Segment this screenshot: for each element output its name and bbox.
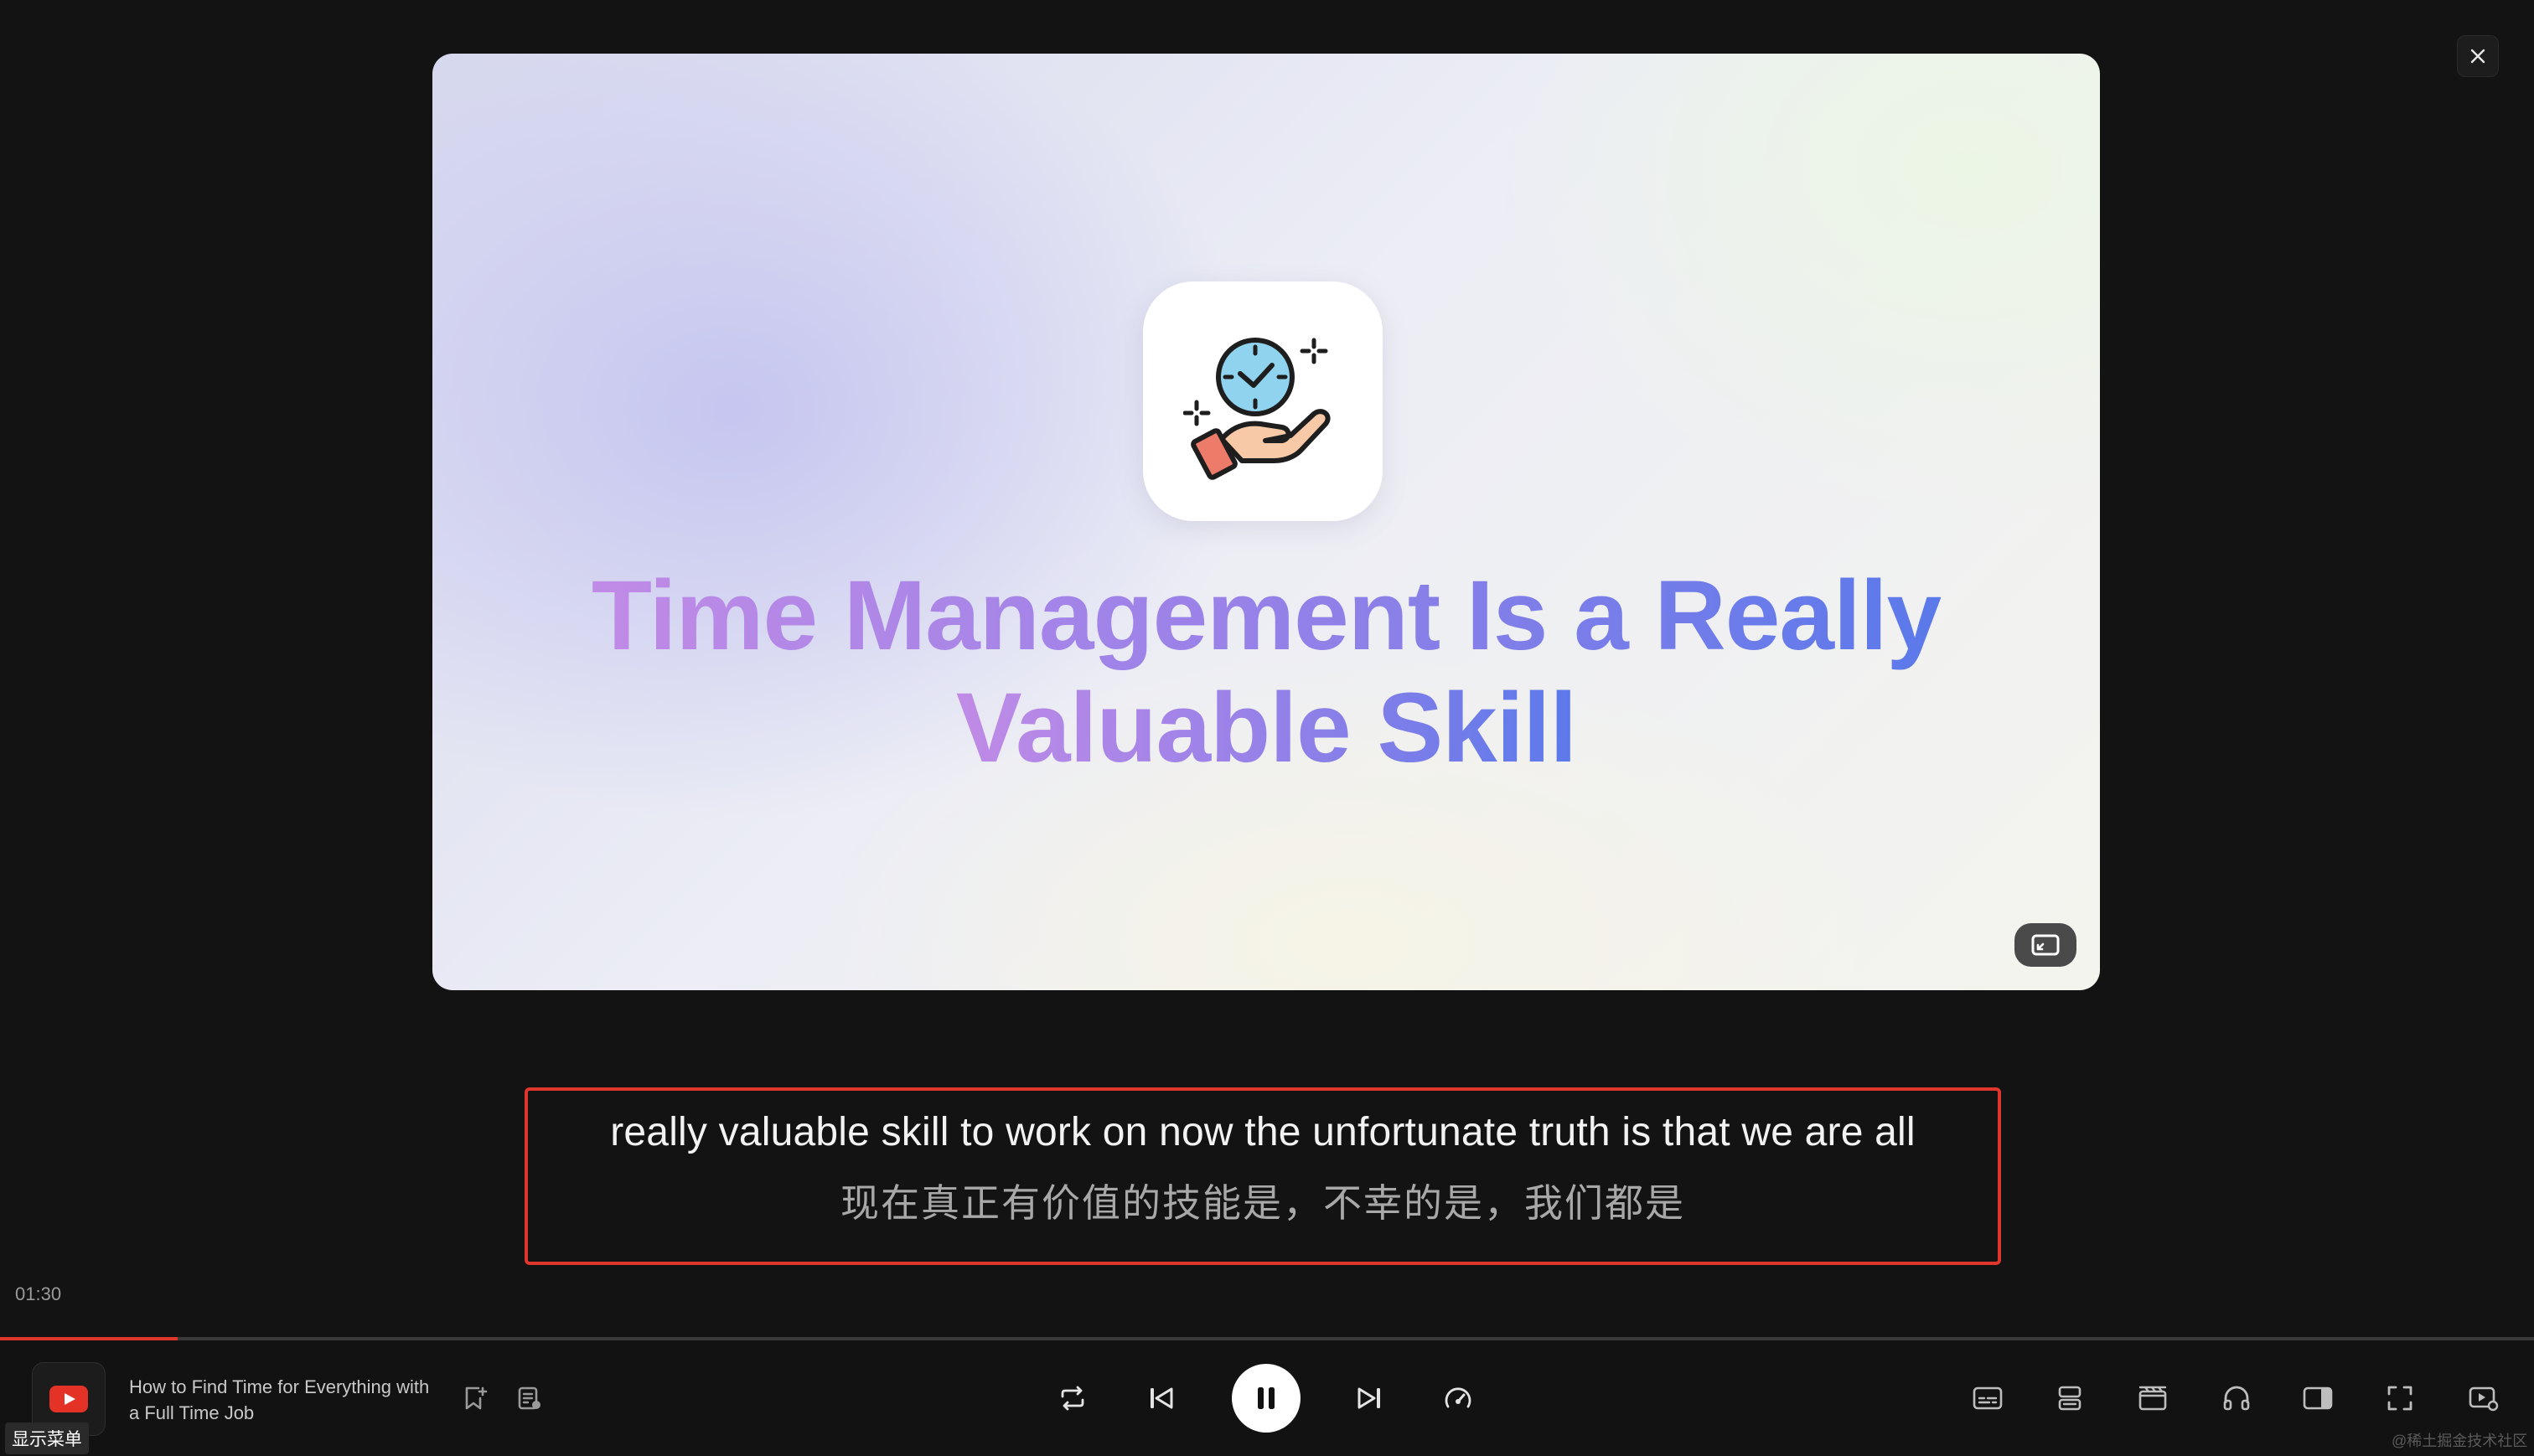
sidebar-icon xyxy=(2303,1386,2333,1411)
bookmark-add-icon xyxy=(463,1385,488,1412)
track-title: How to Find Time for Everything with a F… xyxy=(129,1376,430,1423)
control-bar: 显示菜单 How to Find Time for Everything wit… xyxy=(0,1340,2534,1456)
video-settings-icon xyxy=(2469,1385,2499,1412)
slide-title-line2: Valuable Skill xyxy=(955,673,1577,783)
skip-next-icon xyxy=(1356,1386,1383,1411)
clapperboard-icon xyxy=(2138,1385,2168,1412)
toggle-sidebar-button[interactable] xyxy=(2294,1375,2341,1422)
repeat-icon xyxy=(1058,1385,1088,1412)
slide-title: Time Management Is a Really Valuable Ski… xyxy=(432,560,2100,784)
speedometer-icon xyxy=(1443,1385,1473,1412)
pause-icon xyxy=(1255,1386,1277,1411)
notes-list-button[interactable] xyxy=(506,1375,553,1422)
slide-title-line1: Time Management Is a Really xyxy=(591,560,1942,671)
repeat-button[interactable] xyxy=(1049,1375,1096,1422)
headphones-icon xyxy=(2222,1385,2251,1412)
fullscreen-icon xyxy=(2387,1385,2413,1412)
watermark: @稀土掘金技术社区 xyxy=(2392,1433,2528,1449)
video-frame[interactable]: Time Management Is a Really Valuable Ski… xyxy=(432,54,2100,990)
next-button[interactable] xyxy=(1346,1375,1393,1422)
current-time: 01:30 xyxy=(15,1283,62,1304)
player-settings-button[interactable] xyxy=(2460,1375,2507,1422)
picture-in-picture-button[interactable] xyxy=(2014,923,2076,967)
subtitle-panel: really valuable skill to work on now the… xyxy=(525,1087,2001,1265)
close-icon xyxy=(2468,46,2488,66)
previous-button[interactable] xyxy=(1138,1375,1185,1422)
audio-mode-button[interactable] xyxy=(2213,1375,2260,1422)
subtitle-english: really valuable skill to work on now the… xyxy=(610,1110,1916,1154)
dual-subtitle-layout-button[interactable] xyxy=(2046,1375,2093,1422)
time-management-hand-clock-icon xyxy=(1143,281,1383,521)
notes-list-icon xyxy=(516,1385,543,1412)
expand-frame-icon xyxy=(2031,934,2060,956)
close-button[interactable] xyxy=(2457,35,2499,77)
subtitle-chinese: 现在真正有价值的技能是，不幸的是，我们都是 xyxy=(840,1181,1685,1225)
show-menu-button[interactable]: 显示菜单 xyxy=(5,1422,89,1454)
youtube-icon xyxy=(49,1386,88,1412)
skip-previous-icon xyxy=(1148,1386,1175,1411)
stacked-layout-icon xyxy=(2056,1385,2083,1412)
playback-speed-button[interactable] xyxy=(1435,1375,1482,1422)
subtitles-button[interactable] xyxy=(1964,1375,2011,1422)
clip-button[interactable] xyxy=(2129,1375,2176,1422)
pause-button[interactable] xyxy=(1232,1364,1301,1433)
add-bookmark-button[interactable] xyxy=(452,1375,499,1422)
fullscreen-button[interactable] xyxy=(2376,1375,2423,1422)
subtitles-icon xyxy=(1973,1386,2003,1411)
